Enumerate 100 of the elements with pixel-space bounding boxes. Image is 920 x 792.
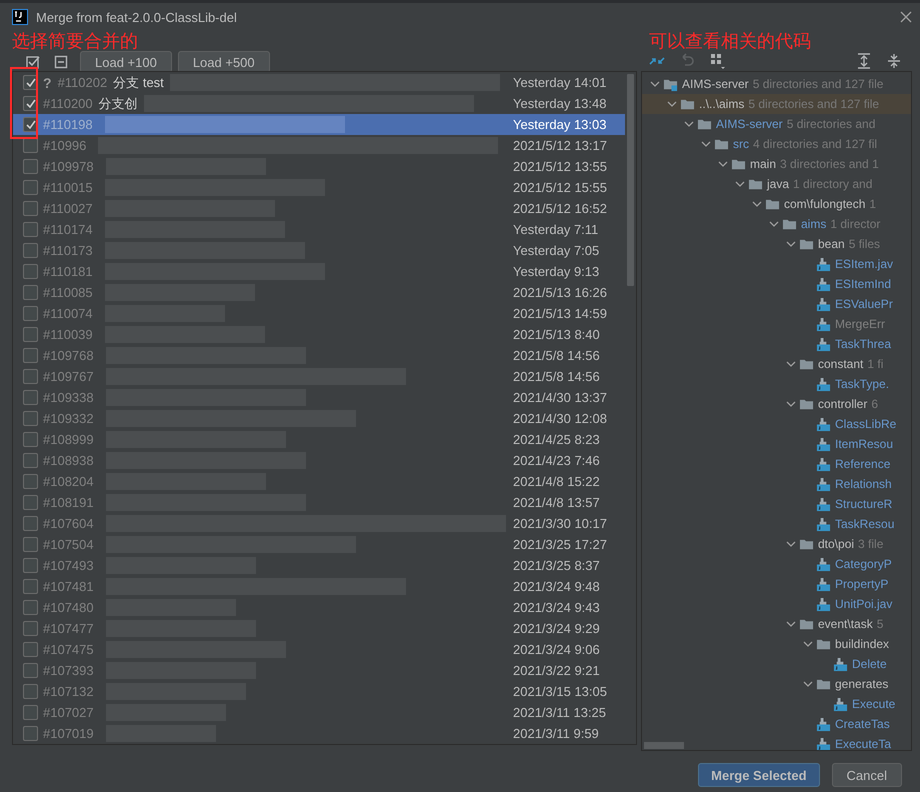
tree-row[interactable]: PropertyP — [642, 574, 911, 594]
tree-row[interactable]: TaskResou — [642, 514, 911, 534]
tree-row[interactable]: Relationsh — [642, 474, 911, 494]
checkbox[interactable] — [23, 138, 38, 153]
chevron-down-icon[interactable] — [786, 619, 796, 629]
commit-row[interactable]: #110027 2021/5/12 16:52 — [13, 198, 625, 219]
commit-row[interactable]: #107393 2021/3/22 9:21 — [13, 660, 625, 681]
tree-row[interactable]: AIMS-server 5 directories and 127 file — [642, 74, 911, 94]
tree-row[interactable]: ItemResou — [642, 434, 911, 454]
commit-row[interactable]: #109767 2021/5/8 14:56 — [13, 366, 625, 387]
commit-row[interactable]: #110074 2021/5/13 14:59 — [13, 303, 625, 324]
commit-row[interactable]: #107477 2021/3/24 9:29 — [13, 618, 625, 639]
chevron-down-icon[interactable] — [786, 359, 796, 369]
chevron-down-icon[interactable] — [684, 119, 694, 129]
chevron-down-icon[interactable] — [786, 539, 796, 549]
commit-row[interactable]: #110173 Yesterday 7:05 — [13, 240, 625, 261]
tree-row[interactable]: AIMS-server 5 directories and — [642, 114, 911, 134]
tree-row[interactable]: main 3 directories and 1 — [642, 154, 911, 174]
tree-row[interactable]: StructureR — [642, 494, 911, 514]
tree-row[interactable]: CreateTas — [642, 714, 911, 734]
commit-row[interactable]: #107475 2021/3/24 9:06 — [13, 639, 625, 660]
checkbox[interactable] — [23, 600, 38, 615]
commit-row[interactable]: #107480 2021/3/24 9:43 — [13, 597, 625, 618]
checkbox[interactable] — [23, 159, 38, 174]
chevron-down-icon[interactable] — [769, 219, 779, 229]
checkbox[interactable] — [23, 705, 38, 720]
checkbox[interactable] — [23, 642, 38, 657]
group-by-icon[interactable] — [709, 52, 727, 70]
checkbox[interactable] — [23, 348, 38, 363]
commit-row[interactable]: #110085 2021/5/13 16:26 — [13, 282, 625, 303]
chevron-down-icon[interactable] — [701, 139, 711, 149]
checkbox[interactable] — [23, 201, 38, 216]
chevron-down-icon[interactable] — [650, 79, 660, 89]
chevron-down-icon[interactable] — [786, 399, 796, 409]
check-all-icon[interactable] — [26, 55, 40, 69]
tree-row[interactable]: UnitPoi.jav — [642, 594, 911, 614]
tree-row[interactable]: ClassLibRe — [642, 414, 911, 434]
tree-row[interactable]: constant 1 fi — [642, 354, 911, 374]
checkbox[interactable] — [23, 579, 38, 594]
commit-row[interactable]: #107132 2021/3/15 13:05 — [13, 681, 625, 702]
checkbox[interactable] — [23, 516, 38, 531]
expand-all-icon[interactable] — [856, 53, 872, 69]
merge-button[interactable]: Merge Selected — [698, 763, 820, 787]
checkbox[interactable] — [23, 180, 38, 195]
tree-row[interactable]: generates — [642, 674, 911, 694]
commit-row[interactable]: #110174 Yesterday 7:11 — [13, 219, 625, 240]
checkbox[interactable] — [23, 621, 38, 636]
checkbox[interactable] — [23, 369, 38, 384]
tree-row[interactable]: ESItemInd — [642, 274, 911, 294]
tree-row[interactable]: TaskType. — [642, 374, 911, 394]
tree-row[interactable]: bean 5 files — [642, 234, 911, 254]
chevron-down-icon[interactable] — [786, 239, 796, 249]
tree-row[interactable]: event\task 5 — [642, 614, 911, 634]
commit-row[interactable]: #110181 Yesterday 9:13 — [13, 261, 625, 282]
commit-row[interactable]: #107604 2021/3/30 10:17 — [13, 513, 625, 534]
tree-row[interactable]: ExecuteTa — [642, 734, 911, 750]
uncheck-all-icon[interactable] — [54, 55, 68, 69]
checkbox[interactable] — [23, 432, 38, 447]
checkbox[interactable] — [23, 537, 38, 552]
chevron-down-icon[interactable] — [667, 99, 677, 109]
commit-row[interactable]: #109338 2021/4/30 13:37 — [13, 387, 625, 408]
checkbox[interactable] — [23, 306, 38, 321]
commit-row[interactable]: #109768 2021/5/8 14:56 — [13, 345, 625, 366]
tree-row[interactable]: controller 6 — [642, 394, 911, 414]
checkbox[interactable] — [23, 558, 38, 573]
commit-row[interactable]: #108191 2021/4/8 13:57 — [13, 492, 625, 513]
chevron-down-icon[interactable] — [718, 159, 728, 169]
checkbox[interactable] — [23, 390, 38, 405]
tree-row[interactable]: CategoryP — [642, 554, 911, 574]
close-icon[interactable] — [900, 11, 912, 23]
tree-row[interactable]: ESValuePr — [642, 294, 911, 314]
chevron-down-icon[interactable] — [735, 179, 745, 189]
tree-row[interactable]: Execute — [642, 694, 911, 714]
commit-row[interactable]: #107027 2021/3/11 13:25 — [13, 702, 625, 723]
commit-row[interactable]: #107504 2021/3/25 17:27 — [13, 534, 625, 555]
checkbox[interactable] — [23, 222, 38, 237]
commit-row[interactable]: #108999 2021/4/25 8:23 — [13, 429, 625, 450]
tree-row[interactable]: ..\..\aims 5 directories and 127 file — [642, 94, 911, 114]
checkbox[interactable] — [23, 264, 38, 279]
load-button[interactable]: Load +100 — [80, 51, 172, 73]
commit-row[interactable]: #110200 分支创 Yesterday 13:48 — [13, 93, 625, 114]
tree-row[interactable]: aims 1 director — [642, 214, 911, 234]
checkbox[interactable] — [23, 453, 38, 468]
chevron-down-icon[interactable] — [803, 639, 813, 649]
tree-row[interactable]: java 1 directory and — [642, 174, 911, 194]
checkbox[interactable] — [23, 474, 38, 489]
checkbox[interactable] — [23, 684, 38, 699]
checkbox[interactable] — [23, 327, 38, 342]
tree-row[interactable]: ESItem.jav — [642, 254, 911, 274]
commit-row[interactable]: #107493 2021/3/25 8:37 — [13, 555, 625, 576]
scrollbar-thumb[interactable] — [627, 74, 634, 286]
commit-row[interactable]: #107019 2021/3/11 9:59 — [13, 723, 625, 744]
tree-row[interactable]: src 4 directories and 127 fil — [642, 134, 911, 154]
scrollbar-thumb[interactable] — [644, 742, 684, 749]
checkbox[interactable] — [23, 285, 38, 300]
commit-row[interactable]: #110198 Yesterday 13:03 — [13, 114, 625, 135]
checkbox[interactable] — [23, 726, 38, 741]
commit-row[interactable]: ? #110202 分支 test Yesterday 14:01 — [13, 72, 625, 93]
commit-row[interactable]: #109978 2021/5/12 13:55 — [13, 156, 625, 177]
load-button[interactable]: Load +500 — [178, 51, 270, 73]
